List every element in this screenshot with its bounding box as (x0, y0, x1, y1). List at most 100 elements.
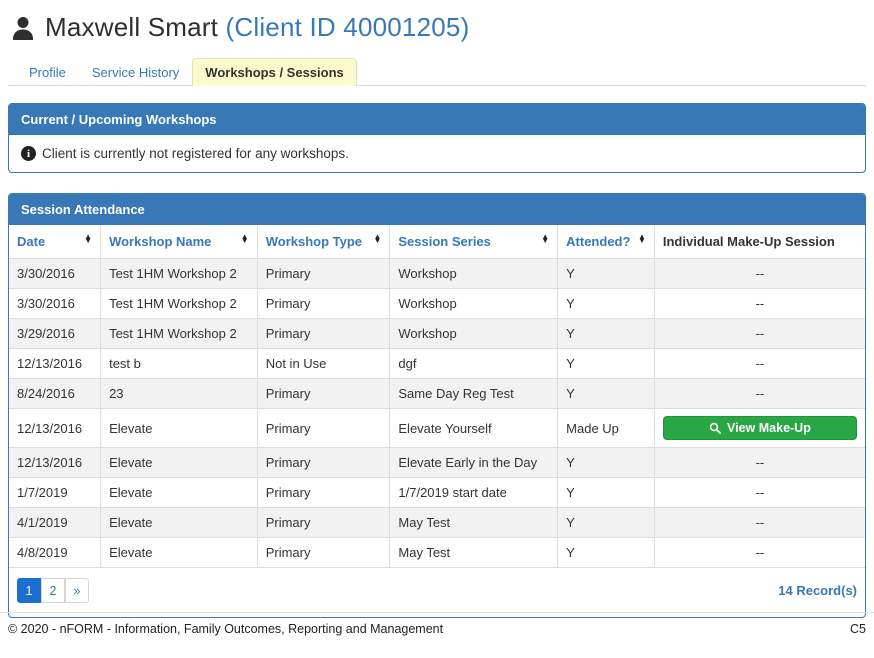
cell-workshop-type: Not in Use (256, 348, 391, 379)
table-row: 12/13/2016 Elevate Primary Elevate Yourself… (9, 408, 865, 448)
session-attendance-panel: Session Attendance Date ▲ ▼ Workshop Name ▲… (8, 193, 866, 618)
cell-workshop-name: test b (100, 348, 258, 379)
info-icon: i (21, 146, 36, 161)
cell-date: 4/8/2019 (9, 537, 102, 568)
cell-workshop-type: Primary (256, 258, 391, 289)
current-workshops-panel-body: i Client is currently not registered for… (9, 135, 865, 172)
column-header-date[interactable]: Date ▲ ▼ (9, 225, 102, 259)
tab-profile[interactable]: Profile (16, 58, 79, 86)
page-button-1[interactable]: 1 (17, 578, 41, 603)
table-row: 3/30/2016 Test 1HM Workshop 2 Primary Works… (9, 288, 865, 319)
cell-session-series: Workshop (389, 318, 559, 349)
cell-workshop-name: Test 1HM Workshop 2 (100, 288, 258, 319)
cell-date: 3/30/2016 (9, 258, 102, 289)
cell-attended: Y (557, 537, 655, 568)
page-title: Maxwell Smart (Client ID 40001205) (45, 12, 469, 43)
cell-workshop-name: Test 1HM Workshop 2 (100, 318, 258, 349)
cell-makeup-session: -- (653, 348, 865, 379)
cell-attended: Y (557, 318, 655, 349)
cell-session-series: Elevate Early in the Day (389, 447, 559, 478)
cell-session-series: dgf (389, 348, 559, 379)
cell-workshop-name: Elevate (100, 408, 258, 448)
table-header-row: Date ▲ ▼ Workshop Name ▲ ▼ Workshop Type ▲ ▼ S… (9, 225, 865, 259)
client-header: Maxwell Smart (Client ID 40001205) (8, 12, 866, 43)
session-attendance-panel-title: Session Attendance (9, 194, 865, 225)
sort-both-icon: ▲ ▼ (84, 232, 93, 246)
cell-workshop-type: Primary (256, 378, 391, 409)
cell-workshop-type: Primary (256, 507, 391, 538)
page: Maxwell Smart (Client ID 40001205) Profi… (0, 0, 874, 618)
user-icon (10, 15, 36, 41)
cell-workshop-name: Elevate (100, 447, 258, 478)
cell-makeup-session: -- (653, 537, 865, 568)
cell-attended: Y (557, 348, 655, 379)
cell-session-series: May Test (389, 507, 559, 538)
footer-version: C5 (850, 622, 866, 636)
sort-both-icon: ▲ ▼ (541, 232, 550, 246)
cell-session-series: Elevate Yourself (389, 408, 559, 448)
cell-date: 4/1/2019 (9, 507, 102, 538)
pagination: 1 2 » (17, 578, 89, 603)
tab-bar: Profile Service History Workshops / Sess… (8, 57, 866, 86)
cell-makeup-session: -- (653, 477, 865, 508)
table-row: 4/1/2019 Elevate Primary May Test Y -- (9, 507, 865, 538)
cell-makeup-session: -- (653, 288, 865, 319)
page-button-next[interactable]: » (65, 578, 89, 603)
current-workshops-panel: Current / Upcoming Workshops i Client is… (8, 103, 866, 173)
cell-workshop-name: Elevate (100, 507, 258, 538)
table-row: 3/30/2016 Test 1HM Workshop 2 Primary Works… (9, 258, 865, 289)
table-row: 12/13/2016 test b Not in Use dgf Y -- (9, 348, 865, 379)
cell-date: 8/24/2016 (9, 378, 102, 409)
cell-workshop-type: Primary (256, 537, 391, 568)
cell-makeup-session: -- (653, 318, 865, 349)
cell-session-series: 1/7/2019 start date (389, 477, 559, 508)
tab-workshops-sessions[interactable]: Workshops / Sessions (192, 58, 357, 86)
column-header-session-series[interactable]: Session Series ▲ ▼ (389, 225, 559, 259)
cell-makeup-session: -- (653, 378, 865, 409)
column-header-attended[interactable]: Attended? ▲ ▼ (557, 225, 655, 259)
cell-workshop-type: Primary (256, 288, 391, 319)
cell-attended: Y (557, 288, 655, 319)
column-header-workshop-name[interactable]: Workshop Name ▲ ▼ (100, 225, 258, 259)
cell-session-series: Workshop (389, 258, 559, 289)
view-makeup-button[interactable]: View Make-Up (662, 416, 857, 440)
tab-service-history[interactable]: Service History (79, 58, 192, 86)
cell-attended: Y (557, 447, 655, 478)
page-button-2[interactable]: 2 (41, 578, 65, 603)
cell-date: 3/30/2016 (9, 288, 102, 319)
cell-workshop-type: Primary (256, 318, 391, 349)
cell-workshop-type: Primary (256, 477, 391, 508)
table-footer: 1 2 » 14 Record(s) (9, 568, 865, 617)
current-workshops-panel-title: Current / Upcoming Workshops (9, 104, 865, 135)
cell-workshop-name: 23 (100, 378, 258, 409)
cell-session-series: May Test (389, 537, 559, 568)
table-row: 3/29/2016 Test 1HM Workshop 2 Primary Works… (9, 318, 865, 349)
footer-copyright: © 2020 - nFORM - Information, Family Out… (8, 622, 444, 636)
cell-attended: Y (557, 507, 655, 538)
cell-workshop-name: Elevate (100, 537, 258, 568)
cell-workshop-type: Primary (256, 447, 391, 478)
column-header-workshop-type[interactable]: Workshop Type ▲ ▼ (256, 225, 391, 259)
cell-workshop-type: Primary (256, 408, 391, 448)
cell-attended: Y (557, 378, 655, 409)
cell-session-series: Same Day Reg Test (389, 378, 559, 409)
cell-attended: Y (557, 258, 655, 289)
table-row: 4/8/2019 Elevate Primary May Test Y -- (9, 537, 865, 568)
record-count: 14 Record(s) (778, 583, 857, 598)
table-row: 8/24/2016 23 Primary Same Day Reg Test Y -- (9, 378, 865, 409)
cell-session-series: Workshop (389, 288, 559, 319)
cell-makeup-session: -- (653, 258, 865, 289)
table-row: 12/13/2016 Elevate Primary Elevate Early in… (9, 447, 865, 478)
cell-date: 12/13/2016 (9, 408, 102, 448)
cell-workshop-name: Elevate (100, 477, 258, 508)
cell-date: 3/29/2016 (9, 318, 102, 349)
sort-both-icon: ▲ ▼ (373, 232, 382, 246)
cell-makeup-session: View Make-Up (653, 408, 865, 448)
column-header-makeup-session: Individual Make-Up Session (653, 225, 865, 259)
cell-makeup-session: -- (653, 447, 865, 478)
sort-both-icon: ▲ ▼ (240, 232, 249, 246)
cell-date: 12/13/2016 (9, 348, 102, 379)
cell-workshop-name: Test 1HM Workshop 2 (100, 258, 258, 289)
table-row: 1/7/2019 Elevate Primary 1/7/2019 start dat… (9, 477, 865, 508)
session-attendance-table: Date ▲ ▼ Workshop Name ▲ ▼ Workshop Type ▲ ▼ S… (9, 225, 865, 568)
